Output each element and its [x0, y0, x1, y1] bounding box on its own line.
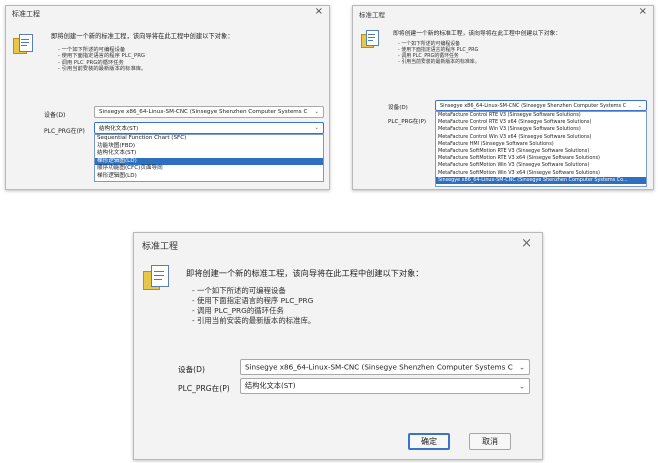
project-doc-icon [13, 34, 33, 54]
device-label: 设备(D) [178, 365, 205, 374]
ok-button[interactable]: 确定 [408, 433, 450, 450]
plc-language-select[interactable]: 结构化文本(ST) ⌄ [240, 378, 530, 394]
device-option[interactable]: MetaFacture SoftMotion RTE V3 x64 (Sinse… [436, 155, 646, 162]
language-option[interactable]: Sequential Function Chart (SFC) [95, 135, 323, 143]
language-dropdown-list: Sequential Function Chart (SFC) 功能块图(FBD… [94, 134, 324, 182]
device-dropdown-list: MetaFacture Control RTE V3 (Sinsegye Sof… [435, 111, 647, 187]
device-select[interactable]: Sinsegye x86_64-Linux-SM-CNC (Sinsegye S… [435, 100, 647, 111]
bullet-item: - 使用下面指定语言的程序 PLC_PRG [58, 53, 146, 60]
bullet-list: - 一个如下所述的可编程设备 - 使用下面指定语言的程序 PLC_PRG - 调… [58, 47, 146, 73]
device-label: 设备(D) [44, 112, 66, 119]
device-select[interactable]: Sinsegye x86_64-Linux-SM-CNC (Sinsegye S… [240, 359, 530, 375]
project-doc-icon [361, 30, 379, 48]
plc-language-select-value: 结构化文本(ST) [245, 381, 296, 390]
bullet-item: - 引用当前安装的最新版本的标准库。 [398, 58, 480, 65]
bullet-list: - 一个如下所述的可编程设备 - 使用下面指定语言的程序 PLC_PRG - 调… [192, 286, 315, 326]
plc-language-select[interactable]: 结构化文本(ST) ⌄ [94, 122, 324, 134]
device-option[interactable]: MetaFacture Control RTE V3 (Sinsegye Sof… [436, 112, 646, 119]
bullet-list: - 一个如下所述的可编程设备 - 使用下面指定语言的程序 PLC_PRG - 调… [398, 41, 480, 66]
title-bar: 标准工程 × [134, 233, 542, 255]
bullet-item: - 引用当前安装的最新版本的标准库。 [192, 316, 316, 325]
dialog-heading: 即将创建一个新的标准工程，该向导将在此工程中创建以下对象： [393, 31, 562, 37]
device-option[interactable]: MetaFacture SoftMotion Win V3 x64 (Sinse… [436, 170, 646, 177]
dialog-title: 标准工程 [12, 10, 40, 18]
device-option[interactable]: MetaFacture Control RTE V3 x64 (Sinsegye… [436, 119, 646, 126]
dialog-heading: 即将创建一个新的标准工程，该向导将在此工程中创建以下对象： [51, 33, 234, 40]
chevron-down-icon: ⌄ [518, 362, 525, 372]
chevron-down-icon: ⌄ [637, 102, 642, 109]
plc-language-select-value: 结构化文本(ST) [99, 126, 139, 132]
device-option[interactable]: MetaFacture SoftMotion RTE V3 (Sinsegye … [436, 148, 646, 155]
plc-prg-label: PLC_PRG在(P) [178, 384, 230, 393]
chevron-down-icon: ⌄ [314, 125, 319, 131]
device-label: 设备(D) [388, 105, 408, 111]
close-icon[interactable]: × [315, 6, 323, 17]
cancel-button[interactable]: 取消 [469, 433, 511, 450]
dialog-heading: 即将创建一个新的标准工程，该向导将在此工程中创建以下对象： [186, 268, 424, 278]
language-option[interactable]: 梯形逻辑图(LD) [95, 173, 323, 181]
bullet-item: - 一个如下所述的可编程设备 [192, 286, 286, 295]
dialog-device-dropdown: 标准工程 × 即将创建一个新的标准工程，该向导将在此工程中创建以下对象： - 一… [352, 5, 654, 190]
device-select[interactable]: Sinsegye x86_64-Linux-SM-CNC (Sinsegye S… [94, 106, 324, 118]
dialog-title: 标准工程 [359, 11, 385, 19]
dialog-title: 标准工程 [142, 242, 179, 252]
title-bar: 标准工程 × [6, 6, 329, 22]
device-select-value: Sinsegye x86_64-Linux-SM-CNC (Sinsegye S… [245, 362, 513, 372]
device-option[interactable]: MetaFacture Control Win V3 x64 (Sinsegye… [436, 134, 646, 141]
device-select-value: Sinsegye x86_64-Linux-SM-CNC (Sinsegye S… [99, 109, 308, 115]
device-option[interactable]: MetaFacture HMI (Sinsegye Software Solut… [436, 141, 646, 148]
project-doc-icon [143, 265, 169, 291]
close-icon[interactable]: × [639, 6, 647, 17]
title-bar: 标准工程 × [353, 6, 653, 22]
plc-prg-label: PLC_PRG在(P) [388, 119, 427, 125]
dialog-language-dropdown: 标准工程 × 即将创建一个新的标准工程，该向导将在此工程中创建以下对象： - 一… [5, 5, 330, 190]
bullet-item: - 使用下面指定语言的程序 PLC_PRG [192, 296, 314, 305]
close-icon[interactable]: × [521, 236, 532, 251]
language-option[interactable]: 结构化文本(ST) [95, 150, 323, 158]
bullet-item: - 调用 PLC_PRG的循环任务 [192, 306, 284, 315]
bullet-item: - 引用当前安装的最新版本的标准库。 [58, 66, 147, 73]
device-option[interactable]: MetaFacture SoftMotion Win V3 (Sinsegye … [436, 162, 646, 169]
device-option[interactable]: MetaFacture Control Win V3 (Sinsegye Sof… [436, 126, 646, 133]
device-option[interactable]: Sinsegye x86_64-Linux-SM-CNC (Sinsegye S… [436, 176, 646, 185]
chevron-down-icon: ⌄ [518, 381, 525, 391]
language-option[interactable]: 顺序功能图(CFC)页面导向 [95, 165, 323, 173]
device-select-value: Sinsegye x86_64-Linux-SM-CNC (Sinsegye S… [440, 102, 627, 109]
plc-prg-label: PLC_PRG在(P) [44, 128, 85, 135]
chevron-down-icon: ⌄ [314, 109, 319, 115]
dialog-standard-project: 标准工程 × 即将创建一个新的标准工程，该向导将在此工程中创建以下对象： - 一… [133, 232, 543, 460]
